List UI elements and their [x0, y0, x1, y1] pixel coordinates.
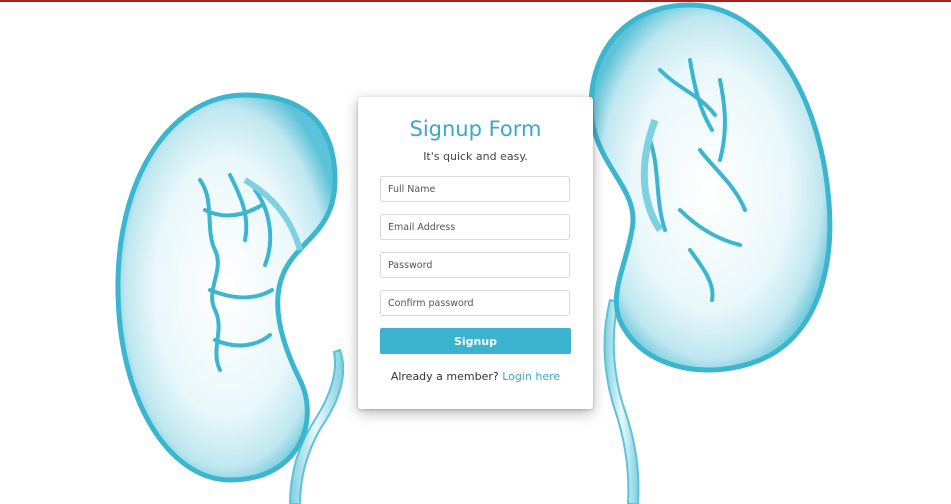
form-title: Signup Form — [409, 117, 542, 141]
email-input[interactable] — [380, 214, 570, 240]
login-prompt: Already a member? Login here — [358, 370, 593, 383]
member-prompt-text: Already a member? — [390, 370, 499, 383]
password-input[interactable] — [380, 252, 570, 278]
signup-button[interactable]: Signup — [380, 328, 571, 354]
form-subtitle: It's quick and easy. — [423, 150, 528, 163]
signup-card: Signup Form It's quick and easy. Signup … — [358, 97, 593, 409]
confirm-password-input[interactable] — [380, 290, 570, 316]
right-kidney-icon — [588, 2, 833, 504]
login-link[interactable]: Login here — [502, 370, 560, 383]
left-kidney-icon — [115, 92, 345, 504]
full-name-input[interactable] — [380, 176, 570, 202]
